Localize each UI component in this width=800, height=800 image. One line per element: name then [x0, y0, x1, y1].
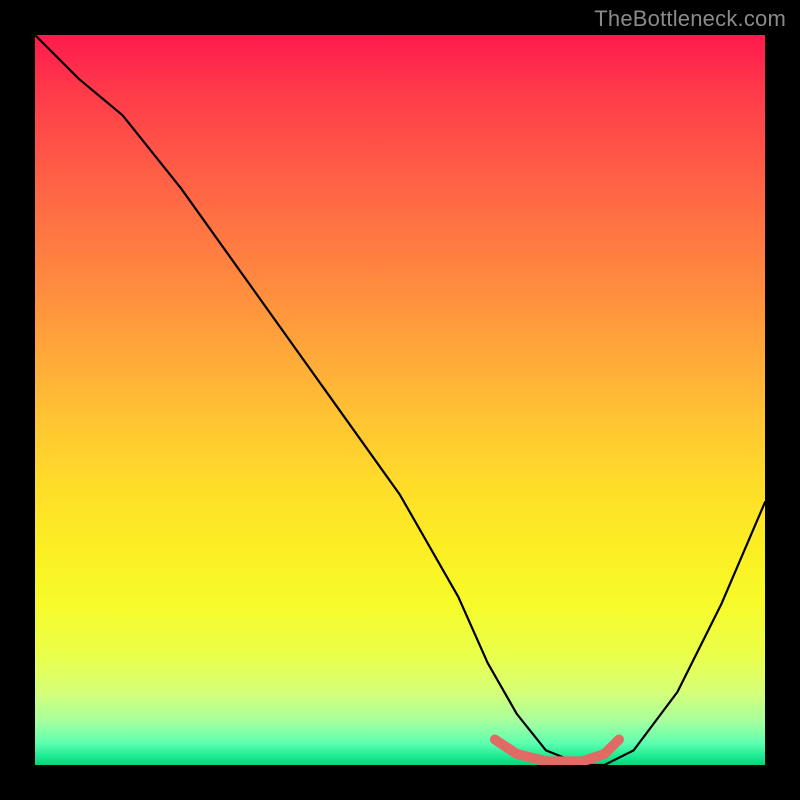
plot-area	[35, 35, 765, 765]
curve-layer	[35, 35, 765, 765]
chart-frame: TheBottleneck.com	[0, 0, 800, 800]
watermark-text: TheBottleneck.com	[594, 6, 786, 32]
bottleneck-curve-path	[35, 35, 765, 765]
optimal-range-marker-path	[495, 740, 619, 762]
